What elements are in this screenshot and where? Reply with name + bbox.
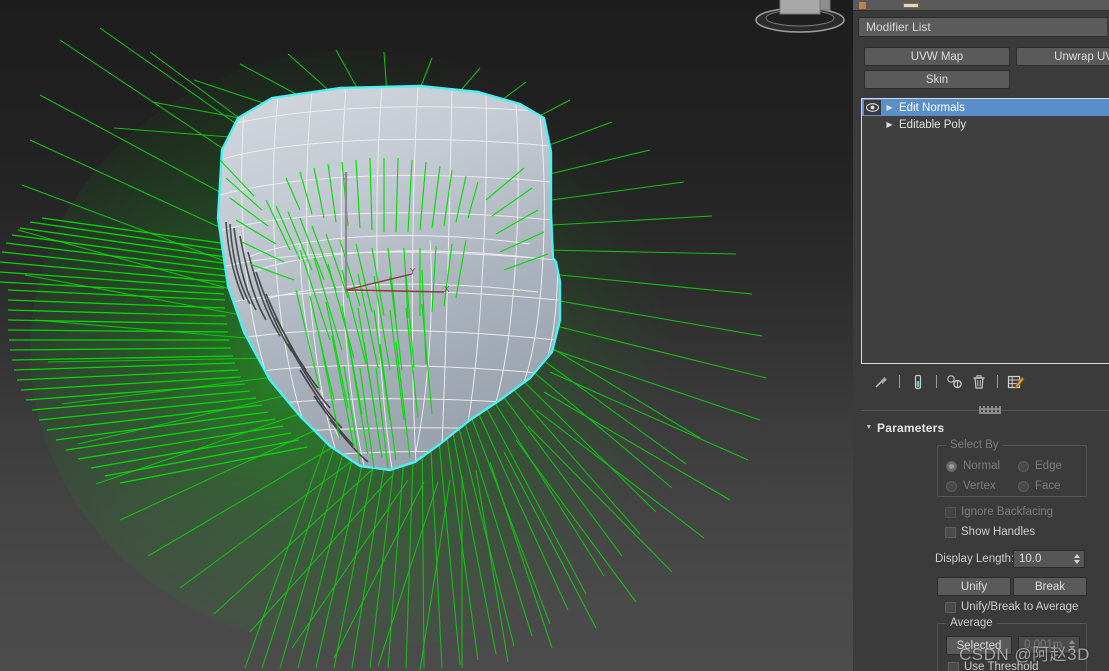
- radio-label: Normal: [963, 460, 1001, 472]
- modifier-button-label: Skin: [925, 73, 949, 86]
- unify-button[interactable]: Unify: [937, 577, 1011, 596]
- radio-edge[interactable]: Edge: [1018, 460, 1062, 472]
- rollout-header-parameters[interactable]: ▼ Parameters: [861, 419, 1109, 436]
- selected-button-label: Selected: [956, 639, 1002, 652]
- break-button-label: Break: [1034, 580, 1066, 593]
- separator: [997, 375, 998, 388]
- toolbar-icon[interactable]: [859, 2, 866, 9]
- 3dsmax-window: Z X Y FRONT Modifier Li: [0, 0, 1109, 671]
- checkbox-indicator: [945, 526, 956, 538]
- checkbox-label: Ignore Backfacing: [961, 506, 1054, 518]
- unify-button-label: Unify: [960, 580, 988, 593]
- modifier-button-label: Unwrap UVW: [1054, 50, 1109, 63]
- expand-arrow-icon[interactable]: ▶: [882, 120, 897, 129]
- radio-indicator: [946, 460, 957, 472]
- checkbox-ignore-backfacing[interactable]: Ignore Backfacing: [945, 506, 1053, 518]
- resize-grip[interactable]: [979, 406, 1001, 414]
- checkbox-indicator: [945, 601, 956, 613]
- top-toolbar-strip[interactable]: [853, 0, 1109, 11]
- modifier-button-uvw-map[interactable]: UVW Map: [864, 47, 1010, 66]
- rollout-body-parameters: Select By Normal Edge Vertex Face Ignore…: [861, 436, 1109, 671]
- radio-face[interactable]: Face: [1018, 480, 1061, 492]
- modifier-button-skin[interactable]: Skin: [864, 70, 1010, 89]
- pin-stack-icon[interactable]: [869, 371, 893, 393]
- modifier-stack-item-label: Edit Normals: [899, 101, 965, 114]
- modifier-stack-item-editable-poly[interactable]: ▶ Editable Poly: [862, 116, 1109, 133]
- select-by-group-title: Select By: [946, 439, 1003, 451]
- display-length-label: Display Length:: [935, 553, 1015, 565]
- radio-vertex[interactable]: Vertex: [946, 480, 996, 492]
- modifier-button-label: UVW Map: [910, 50, 964, 63]
- display-length-spinner[interactable]: 10.0: [1013, 550, 1085, 568]
- modifier-stack-item-label: Editable Poly: [899, 118, 967, 131]
- viewcube-widget[interactable]: FRONT: [752, 0, 848, 40]
- color-swatch[interactable]: [903, 3, 919, 8]
- expand-arrow-icon[interactable]: ▶: [882, 103, 897, 112]
- select-by-group: Select By Normal Edge Vertex Face: [937, 439, 1087, 497]
- separator: [936, 375, 937, 388]
- viewport[interactable]: Z X Y FRONT: [0, 0, 853, 671]
- modifier-stack-list[interactable]: ▶ Edit Normals ▶ Editable Poly: [861, 98, 1109, 364]
- modifier-stack-toolbar: [861, 368, 1109, 395]
- threshold-spinner[interactable]: 0.001m: [1018, 636, 1080, 654]
- remove-modifier-icon[interactable]: [967, 371, 991, 393]
- viewcube-icon: FRONT: [755, 0, 845, 33]
- checkbox-unify-break-to-average[interactable]: Unify/Break to Average: [945, 601, 1078, 613]
- make-unique-icon[interactable]: [943, 371, 967, 393]
- checkbox-use-threshold[interactable]: Use Threshold: [948, 661, 1039, 671]
- configure-modifier-sets-icon[interactable]: [1004, 371, 1028, 393]
- eye-icon-placeholder: [864, 117, 881, 132]
- spinner-arrows-icon[interactable]: [1067, 638, 1077, 652]
- eye-icon[interactable]: [864, 100, 881, 115]
- break-button[interactable]: Break: [1013, 577, 1087, 596]
- rollout-separator[interactable]: [861, 404, 1109, 416]
- checkbox-label: Show Handles: [961, 526, 1036, 538]
- radio-label: Face: [1035, 480, 1061, 492]
- threshold-value: 0.001m: [1024, 639, 1063, 651]
- radio-indicator: [946, 480, 957, 492]
- radio-normal[interactable]: Normal: [946, 460, 1000, 472]
- checkbox-indicator: [948, 661, 959, 671]
- checkbox-indicator: [945, 506, 956, 518]
- gizmo-x-label: X: [444, 285, 450, 294]
- command-panel: Modifier List UVW Map Unwrap UVW Skin ▶ …: [853, 0, 1109, 671]
- average-group: Average Selected 0.001m Use Threshold: [937, 617, 1087, 671]
- radio-indicator: [1018, 480, 1029, 492]
- average-group-title: Average: [946, 617, 997, 629]
- show-end-result-icon[interactable]: [906, 371, 930, 393]
- modifier-list-label: Modifier List: [866, 20, 931, 34]
- modifier-stack-item-edit-normals[interactable]: ▶ Edit Normals: [862, 99, 1109, 116]
- separator: [899, 375, 900, 388]
- gizmo-y-label: Y: [410, 267, 416, 276]
- display-length-value: 10.0: [1019, 553, 1042, 565]
- checkbox-label: Unify/Break to Average: [961, 601, 1079, 613]
- spinner-arrows-icon[interactable]: [1072, 552, 1082, 566]
- radio-indicator: [1018, 460, 1029, 472]
- rollout-title: Parameters: [877, 420, 945, 435]
- radio-label: Vertex: [963, 480, 996, 492]
- modifier-list-dropdown[interactable]: Modifier List: [858, 17, 1107, 37]
- modifier-button-unwrap-uvw[interactable]: Unwrap UVW: [1016, 47, 1109, 66]
- selected-button[interactable]: Selected: [946, 636, 1012, 655]
- viewport-canvas: Z X Y: [0, 27, 767, 671]
- gizmo-z-label: Z: [343, 173, 348, 182]
- radio-label: Edge: [1035, 460, 1062, 472]
- checkbox-label: Use Threshold: [964, 661, 1039, 671]
- checkbox-show-handles[interactable]: Show Handles: [945, 526, 1035, 538]
- collapse-triangle-icon[interactable]: ▼: [861, 424, 877, 431]
